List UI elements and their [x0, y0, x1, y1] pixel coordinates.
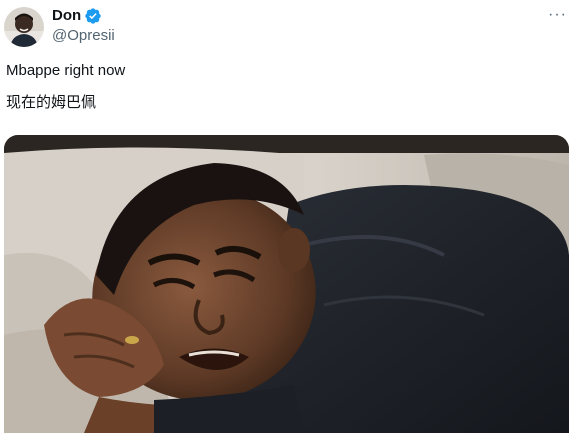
tweet-text-line-1: Mbappe right now — [6, 62, 126, 79]
display-name[interactable]: Don — [52, 6, 81, 26]
user-handle[interactable]: @Opresii — [52, 26, 115, 46]
more-options-icon[interactable]: ··· — [548, 7, 567, 23]
tweet-text-line-2: 现在的姆巴佩 — [6, 93, 97, 111]
tweet-header: Don @Opresii — [4, 4, 569, 48]
avatar[interactable] — [4, 7, 44, 47]
user-info: Don @Opresii — [52, 6, 115, 46]
tweet-card: Don @Opresii ··· Mbappe right now 现在的姆巴佩 — [0, 0, 573, 433]
crying-man-illustration — [4, 135, 569, 433]
tweet-media-image[interactable] — [4, 135, 569, 433]
name-row: Don — [52, 6, 115, 26]
verified-badge-icon — [84, 7, 102, 25]
